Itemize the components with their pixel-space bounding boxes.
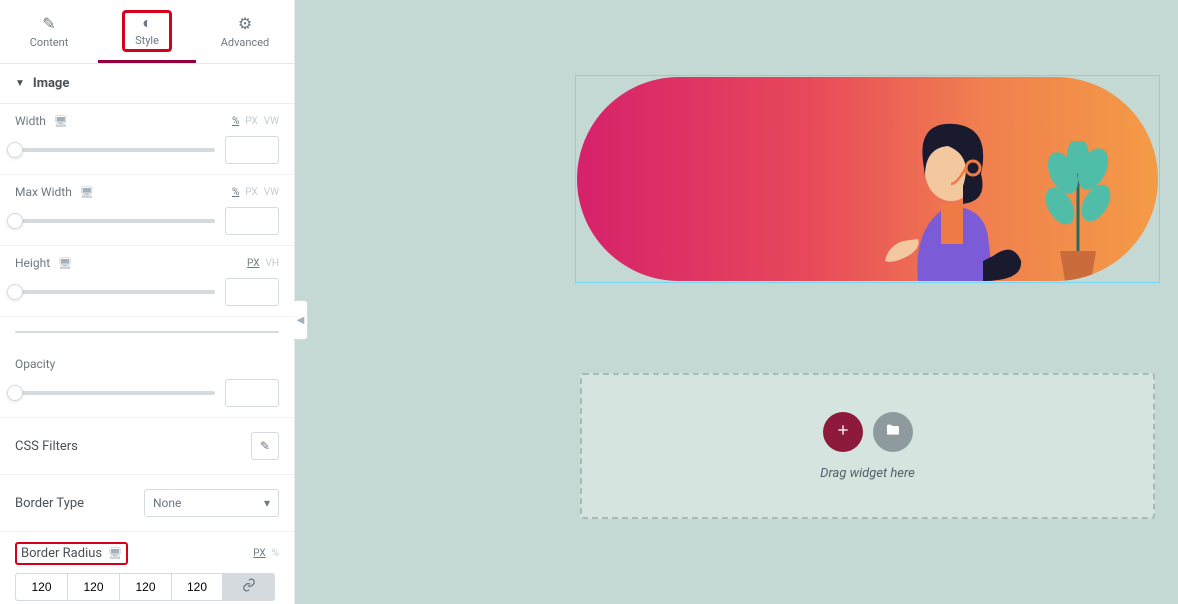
unit-px[interactable]: PX [245, 116, 257, 127]
tab-style-label: Style [135, 34, 159, 47]
width-input[interactable] [225, 136, 279, 164]
tab-advanced[interactable]: ⚙ Advanced [196, 0, 294, 63]
control-opacity: Opacity [0, 347, 294, 418]
border-type-select[interactable]: None ▾ [144, 489, 279, 517]
control-max-width: Max Width 🖥 % PX VW [0, 175, 294, 246]
unit-px[interactable]: PX [253, 548, 265, 559]
unit-percent[interactable]: % [272, 548, 279, 559]
pencil-icon: ✎ [260, 439, 270, 453]
link-values-button[interactable] [223, 573, 275, 601]
control-border-radius: Border Radius 🖥 PX % TOP RIGHT [0, 532, 294, 604]
control-width: Width 🖥 % PX VW [0, 104, 294, 175]
unit-vw[interactable]: VW [264, 116, 279, 127]
desktop-icon[interactable]: 🖥 [80, 186, 94, 199]
slider-thumb[interactable] [7, 213, 23, 229]
unit-percent[interactable]: % [232, 187, 239, 198]
slider-thumb[interactable] [7, 385, 23, 401]
folder-icon [885, 422, 901, 442]
link-icon [242, 578, 256, 596]
border-type-value: None [153, 496, 181, 510]
drop-text: Drag widget here [820, 466, 915, 481]
highlight-box-border-radius: Border Radius 🖥 [15, 542, 128, 565]
section-image-label: Image [33, 76, 69, 91]
state-normal[interactable]: NORMAL [16, 332, 147, 333]
control-border-type: Border Type None ▾ [0, 475, 294, 532]
desktop-icon[interactable]: 🖥 [108, 547, 122, 560]
pencil-icon: ✎ [42, 16, 55, 32]
border-radius-right-input[interactable] [67, 573, 119, 601]
hero-image [577, 77, 1158, 281]
slider-thumb[interactable] [7, 284, 23, 300]
state-hover[interactable]: HOVER [147, 332, 278, 333]
person-illustration [863, 106, 1038, 281]
border-type-label: Border Type [15, 496, 84, 511]
desktop-icon[interactable]: 🖥 [58, 257, 72, 270]
control-css-filters: CSS Filters ✎ [0, 418, 294, 475]
tab-advanced-label: Advanced [221, 36, 269, 49]
state-tabs: NORMAL HOVER [15, 331, 279, 333]
app-window: ✎ Content ◐ Style ⚙ Advanced ▼ Image Wid… [0, 0, 1178, 604]
drop-widget-zone[interactable]: Drag widget here [580, 373, 1155, 519]
unit-vh[interactable]: VH [265, 258, 279, 269]
control-height: Height 🖥 PX VH [0, 246, 294, 317]
opacity-label: Opacity [15, 357, 55, 371]
max-width-input[interactable] [225, 207, 279, 235]
editor-canvas[interactable]: ◀ [295, 0, 1178, 604]
max-width-slider[interactable] [15, 219, 215, 223]
panel-collapse-handle[interactable]: ◀ [294, 300, 308, 340]
selected-widget-frame[interactable] [575, 75, 1160, 283]
opacity-slider[interactable] [15, 391, 215, 395]
unit-vw[interactable]: VW [264, 187, 279, 198]
height-label: Height [15, 256, 50, 270]
height-slider[interactable] [15, 290, 215, 294]
css-filters-label: CSS Filters [15, 439, 78, 454]
border-radius-bottom-input[interactable] [119, 573, 171, 601]
plant-illustration [1038, 141, 1118, 281]
tab-style[interactable]: ◐ Style [98, 0, 196, 63]
panel-tabs: ✎ Content ◐ Style ⚙ Advanced [0, 0, 294, 64]
template-library-button[interactable] [873, 412, 913, 452]
tab-content-label: Content [30, 36, 69, 49]
max-width-label: Max Width [15, 185, 72, 199]
border-radius-left-input[interactable] [171, 573, 223, 601]
half-circle-icon: ◐ [142, 15, 152, 31]
unit-px[interactable]: PX [245, 187, 257, 198]
opacity-input[interactable] [225, 379, 279, 407]
width-slider[interactable] [15, 148, 215, 152]
width-label: Width [15, 114, 46, 128]
slider-thumb[interactable] [7, 142, 23, 158]
caret-down-icon: ▼ [15, 78, 25, 89]
desktop-icon[interactable]: 🖥 [54, 115, 68, 128]
section-image-header[interactable]: ▼ Image [0, 64, 294, 104]
height-input[interactable] [225, 278, 279, 306]
unit-percent[interactable]: % [232, 116, 239, 127]
plus-icon [835, 422, 851, 442]
highlight-box-style: ◐ Style [122, 10, 172, 52]
unit-px[interactable]: PX [247, 258, 259, 269]
chevron-down-icon: ▾ [264, 496, 270, 510]
border-radius-label: Border Radius [21, 546, 102, 561]
width-units: % PX VW [232, 116, 279, 127]
add-widget-button[interactable] [823, 412, 863, 452]
border-radius-top-input[interactable] [15, 573, 67, 601]
gear-icon: ⚙ [238, 16, 252, 32]
sidebar-panel: ✎ Content ◐ Style ⚙ Advanced ▼ Image Wid… [0, 0, 295, 604]
tab-content[interactable]: ✎ Content [0, 0, 98, 63]
edit-css-filters-button[interactable]: ✎ [251, 432, 279, 460]
